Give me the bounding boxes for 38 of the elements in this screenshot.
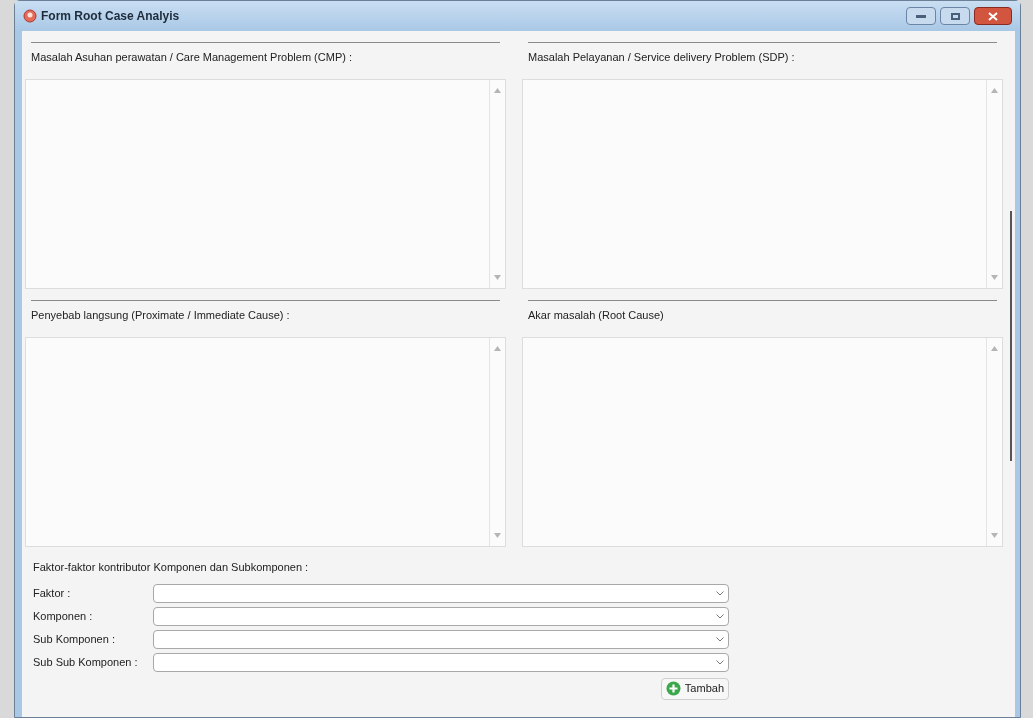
- field-label: Komponen :: [33, 608, 94, 624]
- close-button[interactable]: [974, 7, 1012, 25]
- scroll-down-icon[interactable]: [991, 533, 998, 538]
- chevron-down-icon: [716, 590, 724, 596]
- field-label: Sub Sub Komponen :: [33, 654, 139, 670]
- close-icon: [988, 11, 998, 21]
- text-area[interactable]: [25, 79, 506, 289]
- scroll-up-icon[interactable]: [991, 88, 998, 93]
- scroll-up-icon[interactable]: [494, 346, 501, 351]
- add-button[interactable]: Tambah: [660, 677, 729, 700]
- dropdown[interactable]: [153, 583, 729, 603]
- field-label: Masalah Pelayanan / Service delivery Problem (SDP) :: [527, 50, 796, 65]
- field-label: Faktor :: [33, 585, 72, 601]
- field-label: Masalah Asuhan perawatan / Care Management Problem (CMP) :: [30, 50, 353, 65]
- dropdown[interactable]: [153, 652, 729, 672]
- plus-icon: [665, 681, 681, 696]
- scroll-up-icon[interactable]: [991, 346, 998, 351]
- text-area[interactable]: [25, 337, 506, 547]
- scroll-up-icon[interactable]: [494, 88, 501, 93]
- field-label: Penyebab langsung (Proximate / Immediate Cause) :: [30, 308, 291, 323]
- scroll-down-icon[interactable]: [991, 275, 998, 280]
- dropdown[interactable]: [153, 606, 729, 626]
- chevron-down-icon: [716, 613, 724, 619]
- field-label: Sub Komponen :: [33, 631, 116, 647]
- app-icon: [23, 9, 37, 23]
- section-title: Faktor-faktor kontributor Komponen dan Subkomponen :: [33, 560, 310, 575]
- window-title: Form Root Case Analyis: [41, 8, 180, 25]
- chevron-down-icon: [716, 659, 724, 665]
- text-area[interactable]: [522, 337, 1003, 547]
- minimize-button[interactable]: [906, 7, 936, 25]
- scroll-down-icon[interactable]: [494, 533, 501, 538]
- scroll-down-icon[interactable]: [494, 275, 501, 280]
- maximize-button[interactable]: [940, 7, 970, 25]
- dropdown[interactable]: [153, 629, 729, 649]
- scrollbar-thumb[interactable]: [1010, 211, 1012, 461]
- chevron-down-icon: [716, 636, 724, 642]
- text-area[interactable]: [522, 79, 1003, 289]
- field-label: Akar masalah (Root Cause): [527, 308, 665, 323]
